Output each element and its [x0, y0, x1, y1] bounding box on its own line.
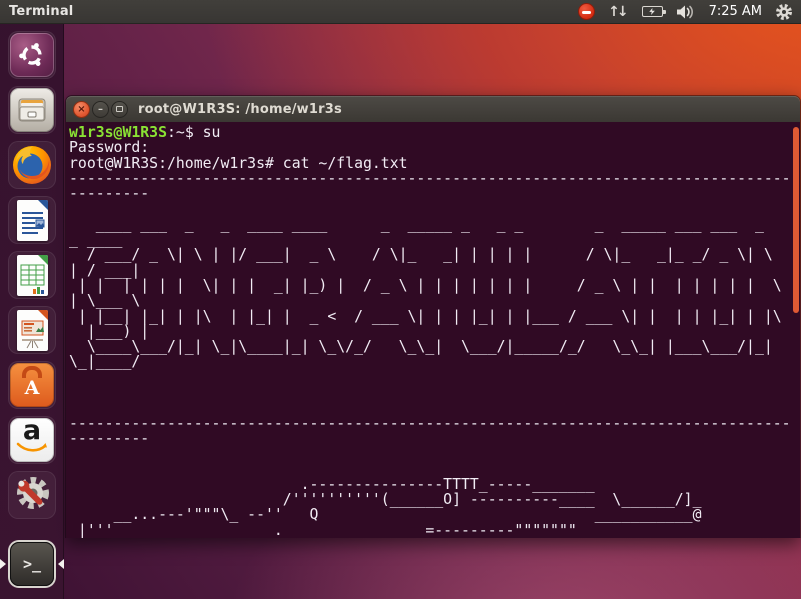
scrollbar-thumb[interactable] — [793, 127, 799, 313]
window-titlebar[interactable]: × – root@W1R3S: /home/w1r3s — [66, 96, 800, 122]
focused-indicator-arrow — [58, 559, 64, 569]
terminal-line: | | | | | | \| | | _| |_) | / _ \ | | | … — [69, 278, 800, 293]
clock[interactable]: 7:25 AM — [709, 4, 762, 19]
terminal-line: .---------------TTTT_-----_______ — [69, 477, 800, 492]
libreoffice-calc-icon — [17, 255, 48, 296]
sidebar-item-system-settings[interactable] — [8, 471, 56, 519]
sidebar-item-amazon[interactable]: a — [8, 416, 56, 464]
terminal-line: Password: — [69, 140, 800, 155]
unity-launcher: A a >_ — [0, 24, 64, 599]
running-indicator-arrow — [0, 559, 6, 569]
top-panel: Terminal ↑↓ 7:25 AM — [0, 0, 801, 24]
ubuntu-logo-icon — [10, 33, 54, 77]
terminal-line: root@W1R3S:/home/w1r3s# cat ~/flag.txt — [69, 156, 800, 171]
active-app-name: Terminal — [9, 4, 73, 19]
sidebar-item-libreoffice-calc[interactable] — [8, 251, 56, 299]
terminal-line: _ ____ — [69, 232, 800, 247]
software-letter: A — [25, 377, 40, 399]
terminal-line — [69, 462, 800, 477]
terminal-line: / ___/ _ \| \ | |/ ___| _ \ / \|_ _| | |… — [69, 247, 800, 262]
do-not-disturb-icon[interactable] — [578, 3, 595, 20]
terminal-line: --------- — [69, 186, 800, 201]
terminal-line: ____ ___ _ _ ____ ____ _ _____ _ _ _ _ _… — [69, 217, 800, 232]
terminal-icon: >_ — [10, 542, 54, 586]
lightning-bolt-icon — [649, 8, 656, 15]
sidebar-item-files[interactable] — [8, 86, 56, 134]
terminal-line: w1r3s@W1R3S:~$ su — [69, 125, 800, 140]
volume-icon[interactable] — [676, 4, 696, 20]
firefox-icon — [11, 144, 53, 186]
files-icon — [10, 88, 54, 132]
minimize-button[interactable]: – — [92, 101, 109, 118]
bag-handle — [22, 366, 42, 378]
system-settings-icon — [11, 474, 53, 516]
sidebar-item-terminal[interactable]: >_ — [8, 540, 56, 588]
ubuntu-software-icon: A — [10, 363, 54, 407]
amazon-icon: a — [10, 418, 54, 462]
terminal-line: | / ___| — [69, 263, 800, 278]
terminal-line: ----------------------------------------… — [69, 416, 800, 431]
sidebar-item-ubuntu-dash[interactable] — [8, 31, 56, 79]
terminal-output-area[interactable]: w1r3s@W1R3S:~$ suPassword:root@W1R3S:/ho… — [66, 122, 800, 538]
amazon-letter: a — [23, 420, 41, 442]
terminal-line — [69, 370, 800, 385]
sidebar-item-ubuntu-software[interactable]: A — [8, 361, 56, 409]
terminal-line — [69, 446, 800, 461]
libreoffice-impress-icon — [17, 310, 48, 351]
terminal-window: × – root@W1R3S: /home/w1r3s w1r3s@W1R3S:… — [65, 95, 801, 538]
window-title: root@W1R3S: /home/w1r3s — [138, 102, 342, 117]
libreoffice-writer-icon — [17, 200, 48, 241]
terminal-line: \____\___/|_| \_|\____|_| \_\/_/ \_\_| \… — [69, 339, 800, 354]
terminal-line: --------- — [69, 431, 800, 446]
terminal-prompt-glyph: >_ — [23, 555, 41, 573]
session-gear-icon[interactable] — [775, 3, 793, 21]
terminal-line: \_|____/ — [69, 354, 800, 369]
network-arrows-icon[interactable]: ↑↓ — [608, 5, 628, 19]
terminal-line — [69, 385, 800, 400]
battery-charging-icon[interactable] — [642, 6, 663, 17]
maximize-button[interactable] — [111, 101, 128, 118]
terminal-line: ----------------------------------------… — [69, 171, 800, 186]
terminal-line: __...---'"""\_ --'' Q ___________@ — [69, 507, 800, 522]
terminal-line: /''''''''''(______O] ----------____ \___… — [69, 492, 800, 507]
terminal-line: |___) | — [69, 324, 800, 339]
terminal-line — [69, 201, 800, 216]
close-button[interactable]: × — [73, 101, 90, 118]
sidebar-item-libreoffice-impress[interactable] — [8, 306, 56, 354]
amazon-smile-icon — [16, 442, 48, 454]
sidebar-item-libreoffice-writer[interactable] — [8, 196, 56, 244]
terminal-line: |''' ._ ____________=---------""""""" — [69, 523, 800, 538]
terminal-lines: w1r3s@W1R3S:~$ suPassword:root@W1R3S:/ho… — [69, 125, 800, 538]
terminal-line: | |__| |_| | |\ | |_| | _ < / ___ \| | |… — [69, 309, 800, 324]
desktop: { "top_bar": { "app_name": "Terminal", "… — [0, 0, 801, 599]
terminal-line — [69, 400, 800, 415]
system-tray: ↑↓ 7:25 AM — [578, 3, 801, 21]
sidebar-item-firefox[interactable] — [8, 141, 56, 189]
terminal-line: | \___ \ — [69, 293, 800, 308]
